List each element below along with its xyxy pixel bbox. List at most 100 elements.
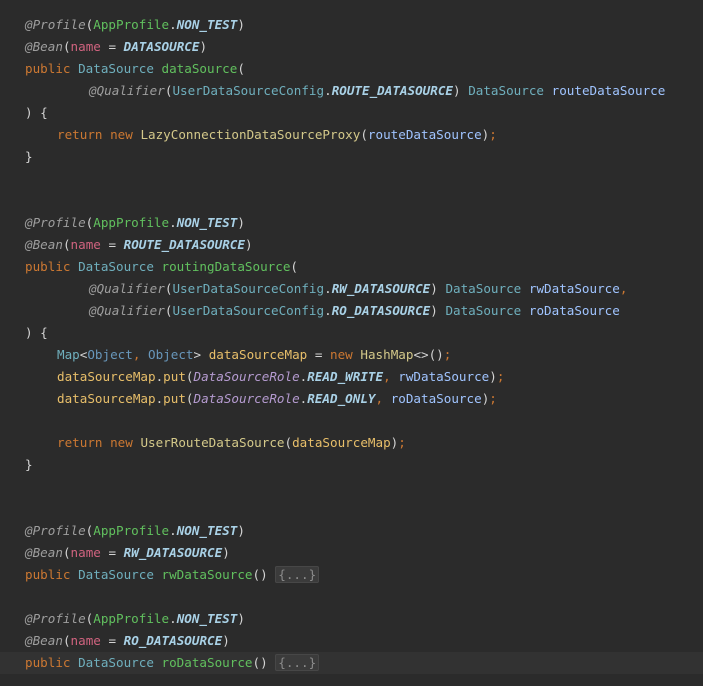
keyword-new: new	[110, 435, 133, 450]
annotation-at: @	[89, 281, 97, 296]
code-line[interactable]: @Profile(AppProfile.NON_TEST)	[0, 520, 703, 542]
read-write-const: READ_WRITE	[307, 369, 384, 384]
annotation-profile: Profile	[32, 17, 86, 32]
route-datasource-const: ROUTE_DATASOURCE	[123, 237, 245, 252]
code-line[interactable]: dataSourceMap.put(DataSourceRole.READ_ON…	[0, 388, 703, 410]
code-line[interactable]: @Profile(AppProfile.NON_TEST)	[0, 212, 703, 234]
map-type: Map	[57, 347, 80, 362]
code-line[interactable]: @Profile(AppProfile.NON_TEST)	[0, 14, 703, 36]
user-ds-config-ref: UserDataSourceConfig	[172, 83, 325, 98]
code-line[interactable]: Map<Object, Object> dataSourceMap = new …	[0, 344, 703, 366]
ro-datasource-const: RO_DATASOURCE	[123, 633, 223, 648]
annotation-at: @	[25, 17, 33, 32]
attr-name: name	[70, 633, 101, 648]
param-ro-ds: roDataSource	[390, 391, 482, 406]
type-datasource: DataSource	[78, 567, 154, 582]
keyword-public: public	[25, 655, 71, 670]
code-line[interactable]: @Qualifier(UserDataSourceConfig.ROUTE_DA…	[0, 80, 703, 102]
keyword-public: public	[25, 61, 71, 76]
annotation-bean: Bean	[32, 545, 63, 560]
param-ro-ds: roDataSource	[528, 303, 620, 318]
code-line[interactable]: public DataSource rwDataSource() {...}	[0, 564, 703, 586]
code-line[interactable]: @Bean(name = DATASOURCE)	[0, 36, 703, 58]
var-datasource-map: dataSourceMap	[208, 347, 308, 362]
code-line[interactable]: public DataSource dataSource(	[0, 58, 703, 80]
non-test-const: NON_TEST	[176, 611, 238, 626]
code-line[interactable]	[0, 190, 703, 212]
code-line[interactable]: return new LazyConnectionDataSourceProxy…	[0, 124, 703, 146]
code-line[interactable]	[0, 498, 703, 520]
method-put: put	[163, 369, 186, 384]
code-editor[interactable]: @Profile(AppProfile.NON_TEST) @Bean(name…	[0, 0, 703, 686]
param-rw-ds: rwDataSource	[528, 281, 620, 296]
annotation-qualifier: Qualifier	[96, 303, 165, 318]
code-line-current[interactable]: public DataSource roDataSource() {...}	[0, 652, 703, 674]
object-type: Object	[148, 347, 194, 362]
route-datasource-const: ROUTE_DATASOURCE	[331, 83, 454, 98]
code-line[interactable]: @Bean(name = ROUTE_DATASOURCE)	[0, 234, 703, 256]
hashmap-class: HashMap	[360, 347, 414, 362]
attr-name: name	[70, 39, 101, 54]
code-line[interactable]: ) {	[0, 322, 703, 344]
annotation-bean: Bean	[32, 633, 63, 648]
method-datasource: dataSource	[161, 61, 238, 76]
type-datasource: DataSource	[445, 303, 522, 318]
rw-datasource-const: RW_DATASOURCE	[331, 281, 431, 296]
code-line[interactable]: public DataSource routingDataSource(	[0, 256, 703, 278]
user-ds-config-ref: UserDataSourceConfig	[172, 281, 325, 296]
code-line[interactable]: @Profile(AppProfile.NON_TEST)	[0, 608, 703, 630]
annotation-at: @	[89, 303, 97, 318]
type-datasource: DataSource	[78, 655, 154, 670]
annotation-at: @	[25, 523, 33, 538]
code-line[interactable]: dataSourceMap.put(DataSourceRole.READ_WR…	[0, 366, 703, 388]
param-route-ds: routeDataSource	[551, 83, 666, 98]
user-route-ds-class: UserRouteDataSource	[140, 435, 285, 450]
keyword-return: return	[57, 435, 103, 450]
type-datasource: DataSource	[445, 281, 522, 296]
code-line[interactable]: }	[0, 146, 703, 168]
code-line[interactable]: @Qualifier(UserDataSourceConfig.RW_DATAS…	[0, 278, 703, 300]
attr-name: name	[70, 237, 101, 252]
app-profile-ref: AppProfile	[93, 17, 170, 32]
annotation-at: @	[25, 633, 33, 648]
non-test-const: NON_TEST	[176, 215, 238, 230]
code-line[interactable]: @Qualifier(UserDataSourceConfig.RO_DATAS…	[0, 300, 703, 322]
annotation-profile: Profile	[32, 611, 86, 626]
code-line[interactable]	[0, 168, 703, 190]
object-type: Object	[87, 347, 133, 362]
annotation-at: @	[89, 83, 97, 98]
method-routing-datasource: routingDataSource	[161, 259, 291, 274]
keyword-new: new	[110, 127, 133, 142]
method-put: put	[163, 391, 186, 406]
annotation-at: @	[25, 545, 33, 560]
annotation-qualifier: Qualifier	[96, 83, 165, 98]
annotation-profile: Profile	[32, 523, 86, 538]
datasource-const: DATASOURCE	[123, 39, 200, 54]
annotation-at: @	[25, 39, 33, 54]
ds-role-ref: DataSourceRole	[193, 391, 300, 406]
annotation-bean: Bean	[32, 39, 63, 54]
annotation-profile: Profile	[32, 215, 86, 230]
type-datasource: DataSource	[468, 83, 545, 98]
method-rw-datasource: rwDataSource	[161, 567, 253, 582]
code-line[interactable]: ) {	[0, 102, 703, 124]
code-line[interactable]: @Bean(name = RO_DATASOURCE)	[0, 630, 703, 652]
code-line[interactable]	[0, 586, 703, 608]
code-line[interactable]: return new UserRouteDataSource(dataSourc…	[0, 432, 703, 454]
app-profile-ref: AppProfile	[93, 215, 170, 230]
annotation-at: @	[25, 215, 33, 230]
var-datasource-map: dataSourceMap	[57, 391, 156, 406]
code-line[interactable]	[0, 476, 703, 498]
ds-role-ref: DataSourceRole	[193, 369, 300, 384]
code-line[interactable]: }	[0, 454, 703, 476]
code-line[interactable]	[0, 410, 703, 432]
rw-datasource-const: RW_DATASOURCE	[123, 545, 223, 560]
folded-code-region[interactable]: {...}	[275, 566, 320, 583]
read-only-const: READ_ONLY	[307, 391, 376, 406]
annotation-at: @	[25, 237, 33, 252]
folded-code-region[interactable]: {...}	[275, 654, 320, 671]
param-rw-ds: rwDataSource	[398, 369, 490, 384]
annotation-qualifier: Qualifier	[96, 281, 165, 296]
keyword-public: public	[25, 259, 71, 274]
code-line[interactable]: @Bean(name = RW_DATASOURCE)	[0, 542, 703, 564]
